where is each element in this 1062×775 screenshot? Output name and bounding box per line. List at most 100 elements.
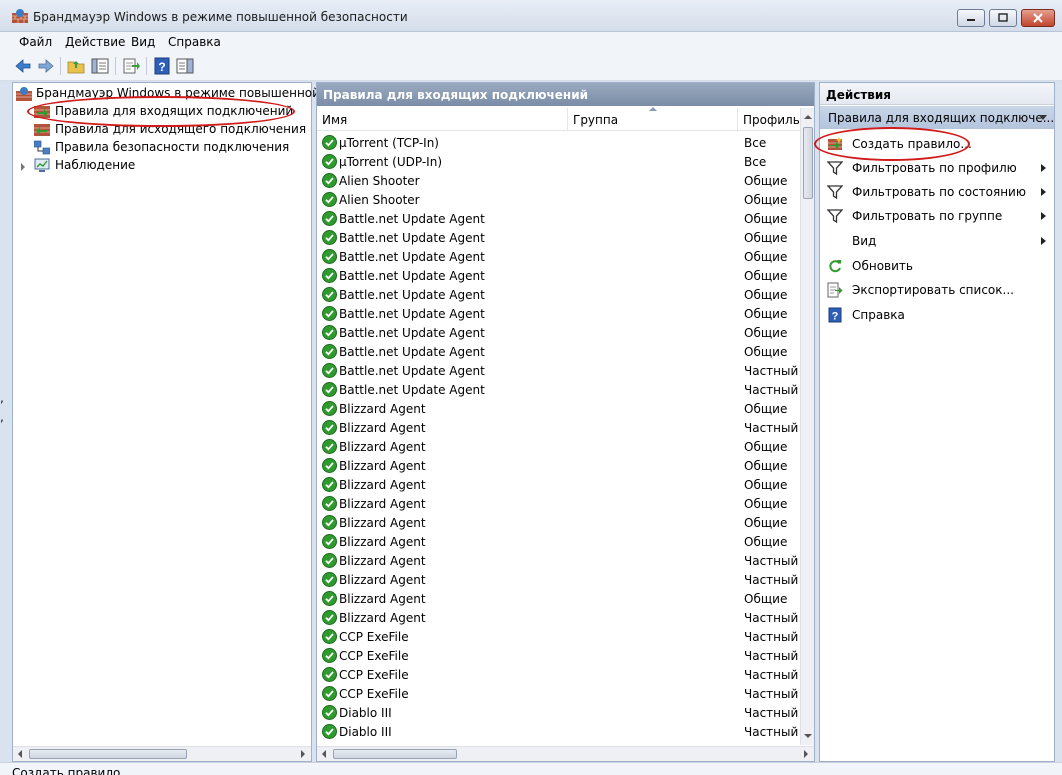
menu-file[interactable]: Файл: [19, 35, 52, 49]
scroll-left-icon[interactable]: [18, 750, 22, 758]
rule-profile: Частный: [744, 573, 799, 587]
rule-row[interactable]: Battle.net Update Agent Общие: [317, 210, 801, 229]
rule-row[interactable]: Blizzard Agent Общие: [317, 438, 801, 457]
rule-row[interactable]: Blizzard Agent Общие: [317, 495, 801, 514]
collapse-caret-icon[interactable]: [1039, 115, 1047, 120]
enabled-check-icon: [322, 287, 337, 302]
rule-row[interactable]: Battle.net Update Agent Частный: [317, 362, 801, 381]
rule-row[interactable]: µTorrent (UDP-In) Все: [317, 153, 801, 172]
rule-row[interactable]: Battle.net Update Agent Общие: [317, 248, 801, 267]
actions-pane: Действия Правила для входящих подключе..…: [819, 82, 1055, 762]
restore-button[interactable]: [989, 9, 1017, 27]
title-bar: Брандмауэр Windows в режиме повышенной б…: [0, 0, 1062, 32]
expand-arrow-icon[interactable]: [21, 163, 25, 171]
rule-row[interactable]: Battle.net Update Agent Общие: [317, 229, 801, 248]
action-item[interactable]: Фильтровать по состоянию: [820, 182, 1054, 202]
scroll-right-icon[interactable]: [804, 750, 808, 758]
rule-name: Battle.net Update Agent: [339, 326, 485, 340]
action-label: Фильтровать по профилю: [852, 161, 1017, 175]
rule-row[interactable]: Battle.net Update Agent Общие: [317, 324, 801, 343]
action-item[interactable]: Фильтровать по группе: [820, 206, 1054, 226]
rule-row[interactable]: Blizzard Agent Общие: [317, 514, 801, 533]
action-label: Создать правило...: [852, 137, 972, 151]
rule-row[interactable]: Battle.net Update Agent Общие: [317, 305, 801, 324]
show-hide-tree-icon[interactable]: [90, 56, 110, 76]
column-header-name[interactable]: Имя: [317, 108, 568, 130]
rule-row[interactable]: Blizzard Agent Общие: [317, 590, 801, 609]
rule-row[interactable]: Alien Shooter Общие: [317, 172, 801, 191]
scroll-left-icon[interactable]: [322, 750, 326, 758]
rule-row[interactable]: Battle.net Update Agent Общие: [317, 267, 801, 286]
menu-help[interactable]: Справка: [168, 35, 221, 49]
rule-row[interactable]: Battle.net Update Agent Частный: [317, 381, 801, 400]
rule-row[interactable]: Blizzard Agent Частный: [317, 419, 801, 438]
rule-name: Diablo III: [339, 725, 392, 739]
enabled-check-icon: [322, 401, 337, 416]
rule-row[interactable]: CCP ExeFile Частный: [317, 666, 801, 685]
scroll-up-icon[interactable]: [804, 115, 812, 119]
tree-item-label: Правила безопасности подключения: [55, 140, 290, 154]
rule-row[interactable]: Blizzard Agent Общие: [317, 476, 801, 495]
rule-row[interactable]: Blizzard Agent Частный: [317, 571, 801, 590]
rule-row[interactable]: Alien Shooter Общие: [317, 191, 801, 210]
rule-profile: Общие: [744, 345, 788, 359]
scroll-thumb[interactable]: [29, 749, 187, 759]
scroll-right-icon[interactable]: [301, 750, 305, 758]
rule-row[interactable]: Blizzard Agent Общие: [317, 457, 801, 476]
rule-row[interactable]: CCP ExeFile Частный: [317, 628, 801, 647]
rule-row[interactable]: µTorrent (TCP-In) Все: [317, 134, 801, 153]
rule-row[interactable]: CCP ExeFile Частный: [317, 647, 801, 666]
close-button[interactable]: [1021, 9, 1055, 27]
column-header-profile[interactable]: Профиль: [738, 108, 800, 130]
menu-bar: Файл Действие Вид Справка: [0, 32, 1062, 51]
help-icon: ?: [828, 307, 842, 323]
rule-row[interactable]: CCP ExeFile Частный: [317, 685, 801, 704]
refresh-icon: [829, 260, 841, 273]
rule-row[interactable]: Battle.net Update Agent Общие: [317, 343, 801, 362]
action-item[interactable]: Вид: [820, 231, 1054, 251]
rules-horizontal-scrollbar[interactable]: [317, 746, 814, 761]
rule-name: Alien Shooter: [339, 174, 420, 188]
action-item[interactable]: ? Справка: [820, 305, 1054, 325]
action-item[interactable]: Создать правило...: [820, 134, 1054, 154]
help-icon[interactable]: ?: [152, 56, 172, 76]
minimize-button[interactable]: [957, 9, 985, 27]
sort-ascending-icon: [649, 107, 657, 111]
tree-horizontal-scrollbar[interactable]: [13, 746, 311, 761]
column-header-group[interactable]: Группа: [568, 108, 738, 130]
enabled-check-icon: [322, 192, 337, 207]
rule-name: Blizzard Agent: [339, 459, 426, 473]
action-item[interactable]: Экспортировать список...: [820, 280, 1054, 300]
rule-profile: Все: [744, 136, 767, 150]
up-folder-icon[interactable]: [66, 56, 86, 76]
rule-name: Battle.net Update Agent: [339, 383, 485, 397]
enabled-check-icon: [322, 610, 337, 625]
rule-row[interactable]: Blizzard Agent Общие: [317, 400, 801, 419]
rule-row[interactable]: Diablo III Частный: [317, 704, 801, 723]
submenu-arrow-icon: [1041, 212, 1046, 220]
back-icon[interactable]: [13, 56, 33, 76]
actions-section-header[interactable]: Правила для входящих подключе...: [820, 106, 1054, 129]
rule-name: Alien Shooter: [339, 193, 420, 207]
enabled-check-icon: [322, 553, 337, 568]
rule-name: Blizzard Agent: [339, 421, 426, 435]
rule-row[interactable]: Battle.net Update Agent Общие: [317, 286, 801, 305]
rule-row[interactable]: Blizzard Agent Частный: [317, 609, 801, 628]
rule-name: Battle.net Update Agent: [339, 307, 485, 321]
scroll-down-icon[interactable]: [804, 734, 812, 738]
scroll-thumb[interactable]: [333, 749, 457, 759]
show-action-pane-icon[interactable]: [175, 56, 195, 76]
rule-name: Battle.net Update Agent: [339, 269, 485, 283]
forward-icon[interactable]: [36, 56, 56, 76]
menu-action[interactable]: Действие: [65, 35, 125, 49]
scroll-thumb[interactable]: [803, 127, 813, 199]
rules-vertical-scrollbar[interactable]: [800, 108, 814, 745]
rule-row[interactable]: Diablo III Частный: [317, 723, 801, 742]
rule-row[interactable]: Blizzard Agent Общие: [317, 533, 801, 552]
action-item[interactable]: Обновить: [820, 256, 1054, 276]
action-item[interactable]: Фильтровать по профилю: [820, 158, 1054, 178]
menu-view[interactable]: Вид: [131, 35, 155, 49]
enabled-check-icon: [322, 439, 337, 454]
rule-row[interactable]: Blizzard Agent Частный: [317, 552, 801, 571]
export-list-icon[interactable]: [121, 56, 141, 76]
